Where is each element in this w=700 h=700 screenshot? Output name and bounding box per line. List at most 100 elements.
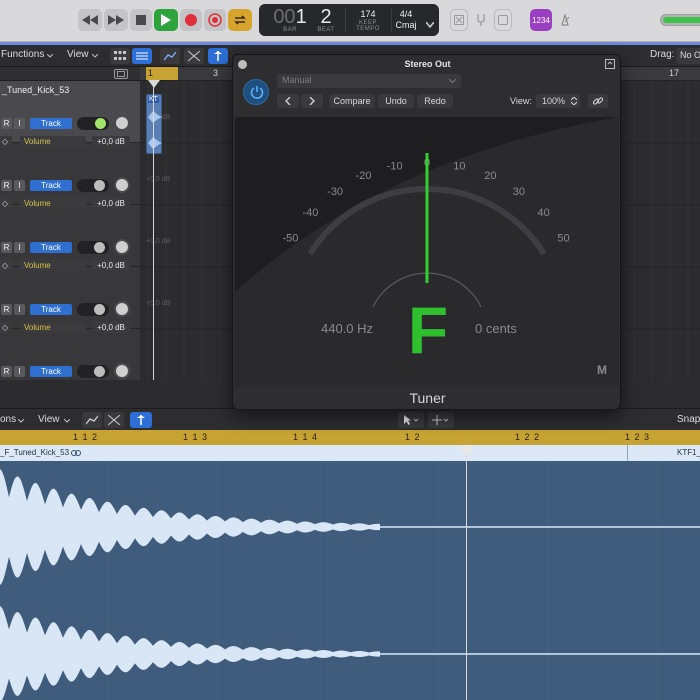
forward-button[interactable] [104, 9, 128, 31]
editor-ruler-mark: 1 1 3 [183, 432, 209, 442]
mode-badge: M [597, 363, 607, 377]
secondary-tool-select[interactable] [428, 412, 454, 428]
ruler-mark: 3 [213, 68, 219, 78]
record-enable-button[interactable]: R [1, 242, 12, 253]
scale-label: -10 [387, 160, 403, 172]
power-button[interactable] [243, 79, 269, 105]
record-enable-button[interactable]: R [1, 180, 12, 191]
track-toggle[interactable] [77, 303, 109, 316]
compare-button[interactable]: Compare [329, 94, 375, 108]
list-view-button[interactable] [132, 48, 152, 64]
input-monitor-button[interactable]: I [14, 180, 25, 191]
detected-note: F [407, 293, 449, 367]
play-button[interactable] [154, 9, 178, 31]
record-enable-button[interactable]: R [1, 118, 12, 129]
editor-snap-label[interactable]: Snap [677, 414, 700, 425]
next-preset-button[interactable] [301, 94, 323, 108]
drag-label: Drag: [650, 49, 675, 60]
track-button[interactable]: Track [30, 118, 72, 129]
editor-flex-button[interactable] [104, 412, 124, 428]
link-button[interactable] [588, 94, 608, 108]
editor-ruler-mark: 1 1 2 [73, 432, 99, 442]
track-header[interactable]: R I Track ◇ Volume +0,0 dB [0, 267, 140, 333]
editor-catch-button[interactable] [130, 412, 152, 428]
record-enable-button[interactable]: R [1, 366, 12, 377]
editor-region-header[interactable]: _F_Tuned_Kick_53 KTF1_ [0, 445, 700, 461]
rewind-button[interactable] [78, 9, 102, 31]
cycle-button[interactable] [228, 9, 252, 31]
pan-knob[interactable] [114, 177, 130, 193]
view-menu[interactable]: View [67, 49, 89, 60]
arrange-playhead[interactable] [153, 80, 154, 380]
zoom-stepper-icon [571, 97, 577, 105]
toggle-knob [94, 366, 105, 377]
playhead-head-icon[interactable] [148, 80, 160, 90]
editor-functions-chevron-icon [18, 419, 24, 423]
pointer-tool-icon [404, 415, 419, 425]
lcd-display[interactable]: 001 BAR 2 BEAT 174 KEEP TEMPO 4/4 Cmaj [259, 4, 439, 36]
input-monitor-button[interactable]: I [14, 366, 25, 377]
catch-button[interactable] [208, 48, 228, 64]
add-track-button[interactable] [114, 69, 128, 79]
editor-ruler-mark: 1 2 2 [515, 432, 541, 442]
solo-button[interactable] [494, 9, 512, 31]
redo-button[interactable]: Redo [417, 94, 453, 108]
editor-playhead[interactable] [466, 447, 467, 700]
pan-knob[interactable] [114, 115, 130, 131]
track-toggle[interactable] [77, 179, 109, 192]
lcd-menu-chevron-icon[interactable] [425, 15, 435, 33]
track-header[interactable]: _Tuned_Kick_53 R I Track ◇ Volume +0,0 dB [0, 81, 140, 147]
functions-menu[interactable]: Functions [1, 49, 44, 60]
editor-ruler-mark: 1 1 4 [293, 432, 319, 442]
scale-label: 10 [453, 160, 465, 172]
record-button[interactable] [180, 9, 202, 31]
low-latency-button[interactable] [450, 9, 468, 31]
cents-deviation: 0 cents [475, 321, 517, 336]
track-toggle[interactable] [77, 365, 109, 378]
waveform-editor[interactable] [0, 461, 700, 700]
editor-flex-icon [108, 415, 120, 425]
drag-mode-select[interactable]: No O [676, 48, 700, 64]
undo-button[interactable]: Undo [378, 94, 414, 108]
audio-region[interactable]: KT [146, 94, 162, 154]
capture-record-button[interactable] [204, 9, 226, 31]
loop-link-icon [71, 450, 81, 456]
pan-knob[interactable] [114, 301, 130, 317]
tuner-display: -50-40-30-20-1001020304050 440.0 Hz F 0 … [235, 117, 619, 387]
pan-knob[interactable] [114, 239, 130, 255]
track-header[interactable]: R I Track ◇ Volume +0,0 dB [0, 143, 140, 209]
pointer-tool-select[interactable] [398, 412, 424, 428]
track-header-top [0, 67, 140, 81]
record-enable-button[interactable]: R [1, 304, 12, 315]
tuner-button[interactable] [472, 9, 490, 31]
track-button[interactable]: Track [30, 180, 72, 191]
editor-view-menu[interactable]: View [38, 414, 60, 425]
track-header[interactable]: R I Track ◇ Volume +0,0 dB [0, 205, 140, 271]
track-button[interactable]: Track [30, 242, 72, 253]
zoom-select[interactable]: 100% [536, 94, 580, 108]
count-in-button[interactable]: 1234 [530, 9, 552, 31]
track-toggle[interactable] [77, 241, 109, 254]
grid-view-button[interactable] [110, 48, 130, 64]
editor-ruler[interactable]: 1 1 2 1 1 3 1 1 4 1 2 1 2 2 1 2 3 [0, 430, 700, 445]
editor-playhead-head-icon[interactable] [461, 446, 472, 456]
pan-knob[interactable] [114, 363, 130, 379]
input-monitor-button[interactable]: I [14, 242, 25, 253]
input-monitor-button[interactable]: I [14, 118, 25, 129]
master-volume-slider[interactable] [660, 14, 700, 26]
track-button[interactable]: Track [30, 366, 72, 377]
previous-preset-button[interactable] [277, 94, 299, 108]
stop-button[interactable] [130, 9, 152, 31]
editor-automation-button[interactable] [82, 412, 102, 428]
track-button[interactable]: Track [30, 304, 72, 315]
flex-button[interactable] [184, 48, 204, 64]
preset-select[interactable]: Manual [277, 74, 461, 88]
input-monitor-button[interactable]: I [14, 304, 25, 315]
tuner-plugin-window[interactable]: Stereo Out Manual Compare Undo Redo View… [232, 54, 621, 410]
scale-label: 20 [484, 170, 496, 182]
editor-functions-menu[interactable]: ons [0, 414, 16, 425]
track-toggle[interactable] [77, 117, 109, 130]
automation-button[interactable] [160, 48, 180, 64]
plugin-link-icon[interactable] [605, 59, 615, 69]
metronome-button[interactable] [556, 9, 574, 31]
